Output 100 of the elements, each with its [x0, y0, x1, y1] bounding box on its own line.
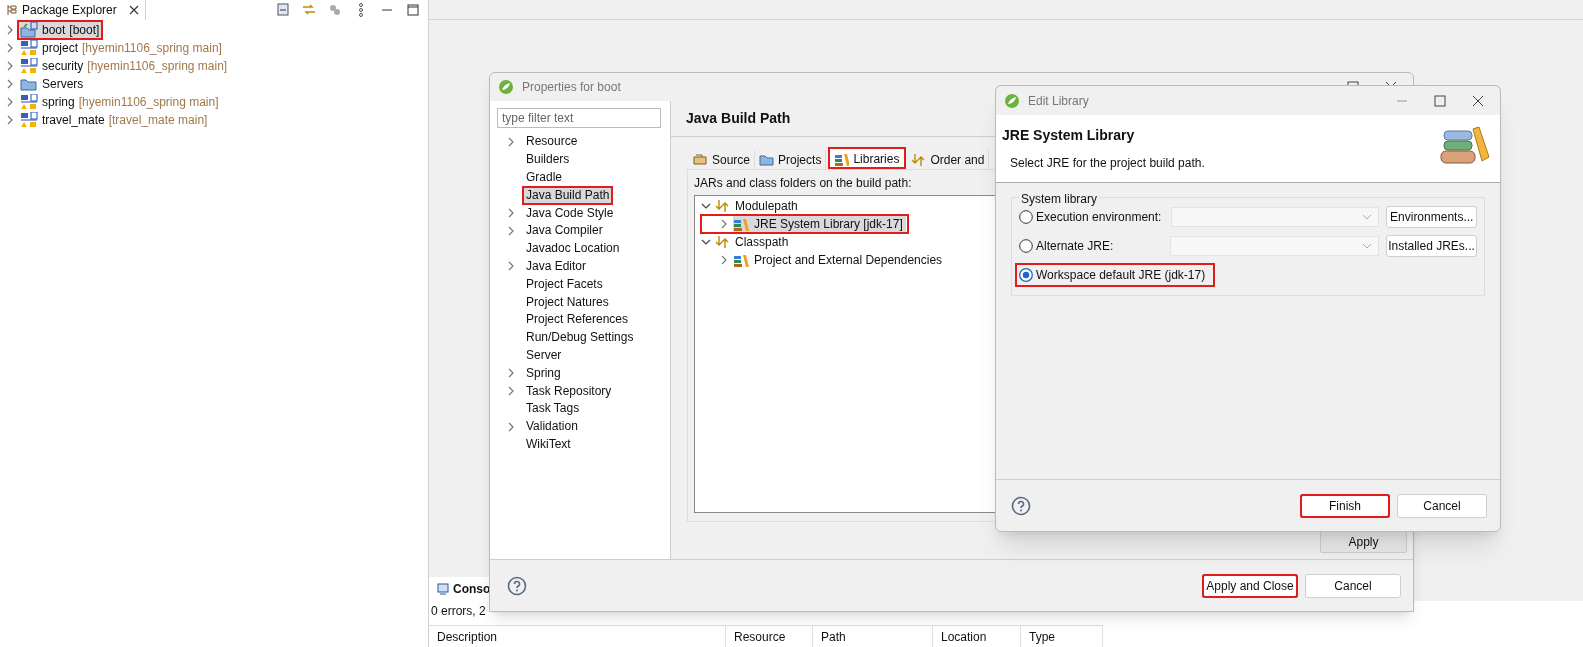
radio-button[interactable] — [1019, 268, 1033, 282]
project-warning-icon — [20, 94, 38, 110]
expand-chevron-icon[interactable] — [506, 260, 516, 273]
expand-chevron-icon[interactable] — [5, 96, 15, 108]
nav-item[interactable]: Task Repository — [522, 381, 616, 401]
column-header[interactable]: Resource — [726, 625, 813, 647]
nav-item[interactable]: Java Compiler — [522, 221, 607, 241]
radio-option[interactable]: Execution environment: — [1015, 205, 1172, 229]
nav-item[interactable]: Validation — [522, 417, 582, 437]
leaf-icon — [1004, 92, 1020, 109]
expand-chevron-icon[interactable] — [5, 60, 15, 72]
maximize-icon[interactable] — [1434, 94, 1446, 107]
order-arrows-icon — [715, 199, 731, 213]
nav-item[interactable]: Server — [522, 345, 566, 365]
nav-item[interactable]: Java Build Path — [522, 185, 614, 205]
expand-chevron-icon[interactable] — [506, 420, 516, 433]
close-icon[interactable] — [128, 5, 139, 15]
project-warning-icon — [20, 112, 38, 128]
expand-chevron-icon[interactable] — [506, 385, 516, 398]
nav-item[interactable]: WikiText — [522, 434, 575, 454]
column-header[interactable]: Location — [933, 625, 1021, 647]
dialog-title: Edit Library — [1028, 92, 1089, 110]
project-item[interactable]: Servers — [18, 75, 87, 93]
expand-chevron-icon[interactable] — [506, 367, 516, 380]
header-title: JRE System Library — [1002, 126, 1136, 145]
nav-item[interactable]: Builders — [522, 150, 574, 170]
nav-item[interactable]: Run/Debug Settings — [522, 328, 638, 348]
source-folder-icon — [693, 152, 708, 167]
project-item[interactable]: project [hyemin1106_spring main] — [18, 39, 225, 57]
dialog-button[interactable]: Finish — [1300, 493, 1390, 518]
build-path-label: JARs and class folders on the build path: — [694, 176, 913, 190]
expand-chevron-icon[interactable] — [719, 218, 729, 230]
nav-item[interactable]: Resource — [522, 132, 582, 152]
expand-chevron-icon[interactable] — [5, 24, 15, 36]
expand-chevron-icon[interactable] — [506, 224, 516, 237]
project-warning-icon — [20, 58, 38, 74]
expand-chevron-icon[interactable] — [5, 78, 15, 90]
expand-chevron-icon[interactable] — [5, 114, 15, 126]
order-arrows-icon — [911, 152, 927, 167]
dialog-button[interactable]: Cancel — [1397, 493, 1487, 518]
books-icon — [834, 151, 850, 166]
project-item[interactable]: travel_mate [travel_mate main] — [18, 111, 211, 129]
help-icon[interactable] — [1011, 495, 1031, 516]
nav-item[interactable]: Task Tags — [522, 399, 584, 419]
folder-icon — [759, 152, 775, 167]
link-arrows-icon[interactable] — [302, 3, 316, 17]
maximize-icon[interactable] — [406, 3, 420, 17]
view-tab[interactable]: Package Explorer — [0, 0, 146, 20]
books-icon — [733, 217, 749, 231]
project-folder-icon — [20, 22, 38, 38]
dialog-button[interactable]: Apply and Close — [1202, 573, 1298, 598]
expand-chevron-icon[interactable] — [506, 207, 516, 220]
expand-chevron-icon[interactable] — [506, 135, 516, 148]
project-item[interactable]: spring [hyemin1106_spring main] — [18, 93, 222, 111]
radio-button[interactable] — [1019, 239, 1033, 253]
library-item[interactable]: Project and External Dependencies — [733, 251, 946, 269]
order-arrows-icon — [715, 235, 731, 249]
apply-button[interactable]: Apply — [1320, 531, 1407, 553]
folder-icon — [20, 77, 38, 91]
nav-item[interactable]: Javadoc Location — [522, 239, 624, 259]
expand-chevron-icon[interactable] — [5, 42, 15, 54]
radio-button[interactable] — [1019, 210, 1033, 224]
nav-item[interactable]: Java Editor — [522, 257, 591, 276]
nav-item[interactable]: Spring — [522, 363, 565, 383]
close-icon[interactable] — [1472, 94, 1484, 107]
nav-item[interactable]: Java Code Style — [522, 203, 618, 223]
tree-group[interactable]: Classpath — [715, 233, 789, 251]
tab[interactable]: Libraries — [828, 147, 907, 169]
help-icon[interactable] — [507, 575, 527, 596]
leaf-icon — [498, 79, 514, 95]
filter-field[interactable]: type filter text — [497, 108, 661, 128]
radio-option[interactable]: Workspace default JRE (jdk-17) — [1015, 263, 1216, 287]
nav-item[interactable]: Project Natures — [522, 292, 613, 312]
dialog-button[interactable]: Installed JREs... — [1386, 235, 1477, 257]
nav-item[interactable]: Gradle — [522, 168, 567, 187]
console-icon — [437, 583, 449, 595]
dialog-button[interactable]: Cancel — [1305, 573, 1401, 598]
dialog-button[interactable]: Environments... — [1386, 206, 1477, 228]
view-title: Package Explorer — [22, 2, 117, 19]
collapse-all-icon[interactable] — [276, 3, 290, 17]
books-icon — [733, 253, 749, 267]
expand-chevron-icon[interactable] — [719, 254, 729, 266]
nav-item[interactable]: Project Facets — [522, 274, 607, 294]
project-item[interactable]: security [hyemin1106_spring main] — [18, 57, 231, 75]
filter-icon[interactable] — [328, 3, 342, 17]
package-icon — [6, 4, 18, 16]
tree-group[interactable]: Modulepath — [715, 197, 798, 215]
project-item[interactable]: boot [boot] — [18, 21, 103, 39]
project-warning-icon — [20, 40, 38, 56]
dialog-title: Properties for boot — [522, 79, 621, 96]
column-header[interactable]: Type — [1021, 625, 1103, 647]
radio-option[interactable]: Alternate JRE: — [1015, 234, 1124, 258]
page-title: Java Build Path — [686, 109, 791, 128]
library-item[interactable]: JRE System Library [jdk-17] — [733, 215, 906, 233]
column-header[interactable]: Description — [429, 625, 726, 647]
column-header[interactable]: Path — [813, 625, 933, 647]
header-subtitle: Select JRE for the project build path. — [1009, 155, 1205, 172]
dropdown-chevron-icon — [1362, 242, 1372, 250]
nav-item[interactable]: Project References — [522, 310, 633, 330]
dropdown-chevron-icon — [1362, 213, 1373, 221]
